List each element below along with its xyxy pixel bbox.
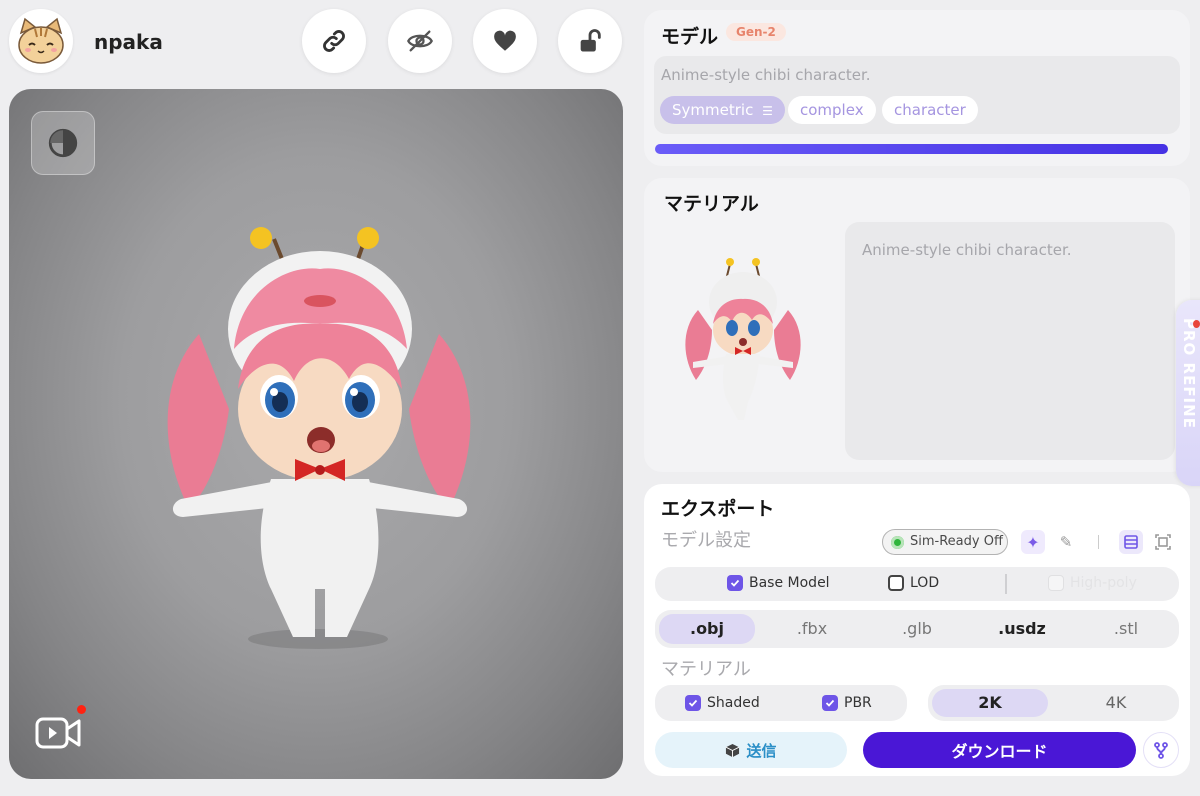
layout-icon [1124, 535, 1138, 549]
check-icon [822, 695, 838, 711]
material-settings-label: マテリアル [661, 659, 751, 680]
export-title: エクスポート [661, 498, 775, 520]
checkbox-disabled-icon [1048, 575, 1064, 591]
material-title: マテリアル [664, 193, 759, 215]
format-glb[interactable]: .glb [867, 614, 967, 644]
check-icon [727, 575, 743, 591]
cat-avatar-icon [18, 17, 64, 64]
resolution-4k[interactable]: 4K [1058, 689, 1174, 717]
lock-toggle-button[interactable] [558, 9, 622, 73]
model-prompt-text: Anime-style chibi character. [661, 66, 871, 84]
tag-menu-icon: ☰ [762, 104, 773, 118]
chibi-character-model [167, 227, 471, 649]
ai-enhance-button[interactable]: ✦ [1021, 530, 1045, 554]
pbr-checkbox[interactable]: PBR [822, 695, 872, 711]
unlock-icon [580, 29, 601, 52]
resolution-selector: 2K 4K [928, 685, 1179, 721]
pro-refine-indicator-icon [1193, 320, 1200, 328]
link-icon [323, 30, 345, 52]
generation-progress-bar [655, 144, 1168, 154]
model-title: モデル [661, 26, 719, 48]
checkbox-empty-icon [888, 575, 904, 591]
material-prompt-text: Anime-style chibi character. [862, 241, 1072, 259]
tag-symmetric[interactable]: Symmetric ☰ [660, 96, 785, 124]
model-viewport[interactable] [9, 89, 623, 779]
material-prompt-box[interactable]: Anime-style chibi character. [845, 222, 1175, 460]
lod-checkbox[interactable]: LOD [888, 575, 939, 591]
video-camera-icon [35, 717, 81, 749]
high-poly-checkbox[interactable]: High-poly [1048, 575, 1137, 591]
cube-icon [726, 743, 740, 757]
material-panel: マテリアル Anime-style chibi character. [644, 178, 1190, 472]
sparkle-icon: ✦ [1026, 532, 1040, 552]
edit-button[interactable]: ✎ [1054, 530, 1078, 554]
format-stl[interactable]: .stl [1077, 614, 1175, 644]
frame-icon [1155, 534, 1171, 550]
generation-badge: Gen-2 [726, 23, 786, 41]
download-button[interactable]: ダウンロード [863, 732, 1136, 768]
resolution-2k[interactable]: 2K [932, 689, 1048, 717]
pencil-icon: ✎ [1059, 533, 1073, 551]
toggle-visibility-button[interactable] [388, 9, 452, 73]
branch-button[interactable] [1143, 732, 1179, 768]
eye-off-icon [407, 30, 433, 52]
format-fbx[interactable]: .fbx [763, 614, 861, 644]
frame-view-button[interactable] [1151, 530, 1175, 554]
recording-indicator [77, 705, 86, 714]
tag-complex[interactable]: complex [788, 96, 876, 124]
shaded-checkbox[interactable]: Shaded [685, 695, 760, 711]
sim-ready-status-icon [891, 536, 904, 549]
pro-refine-label: PRO REFINE [1180, 318, 1198, 429]
sim-ready-toggle[interactable]: Sim-Ready Off [882, 529, 1008, 555]
branch-icon [1154, 742, 1168, 759]
copy-link-button[interactable] [302, 9, 366, 73]
format-obj[interactable]: .obj [659, 614, 755, 644]
send-button[interactable]: 送信 [655, 732, 847, 768]
base-model-checkbox[interactable]: Base Model [727, 575, 830, 591]
export-panel: エクスポート モデル設定 Sim-Ready Off ✦ ✎ Base Mode… [644, 484, 1190, 776]
toolbar-divider [1098, 535, 1099, 549]
model-settings-label: モデル設定 [661, 530, 751, 551]
user-avatar[interactable] [9, 9, 73, 73]
heart-icon [494, 30, 516, 51]
model-options-row: Base Model LOD High-poly [655, 567, 1179, 601]
check-icon [685, 695, 701, 711]
model-panel: モデル Gen-2 Anime-style chibi character. S… [644, 10, 1190, 166]
model-prompt-box[interactable]: Anime-style chibi character. Symmetric ☰… [654, 56, 1180, 134]
material-options-row: Shaded PBR [655, 685, 907, 721]
like-button[interactable] [473, 9, 537, 73]
format-usdz[interactable]: .usdz [973, 614, 1071, 644]
record-video-button[interactable] [35, 713, 81, 753]
material-preview-thumbnail[interactable] [668, 250, 818, 430]
tag-character[interactable]: character [882, 96, 978, 124]
options-divider [1005, 574, 1007, 594]
format-selector: .obj .fbx .glb .usdz .stl [655, 610, 1179, 648]
username: npaka [94, 30, 163, 54]
layout-view-button[interactable] [1119, 530, 1143, 554]
